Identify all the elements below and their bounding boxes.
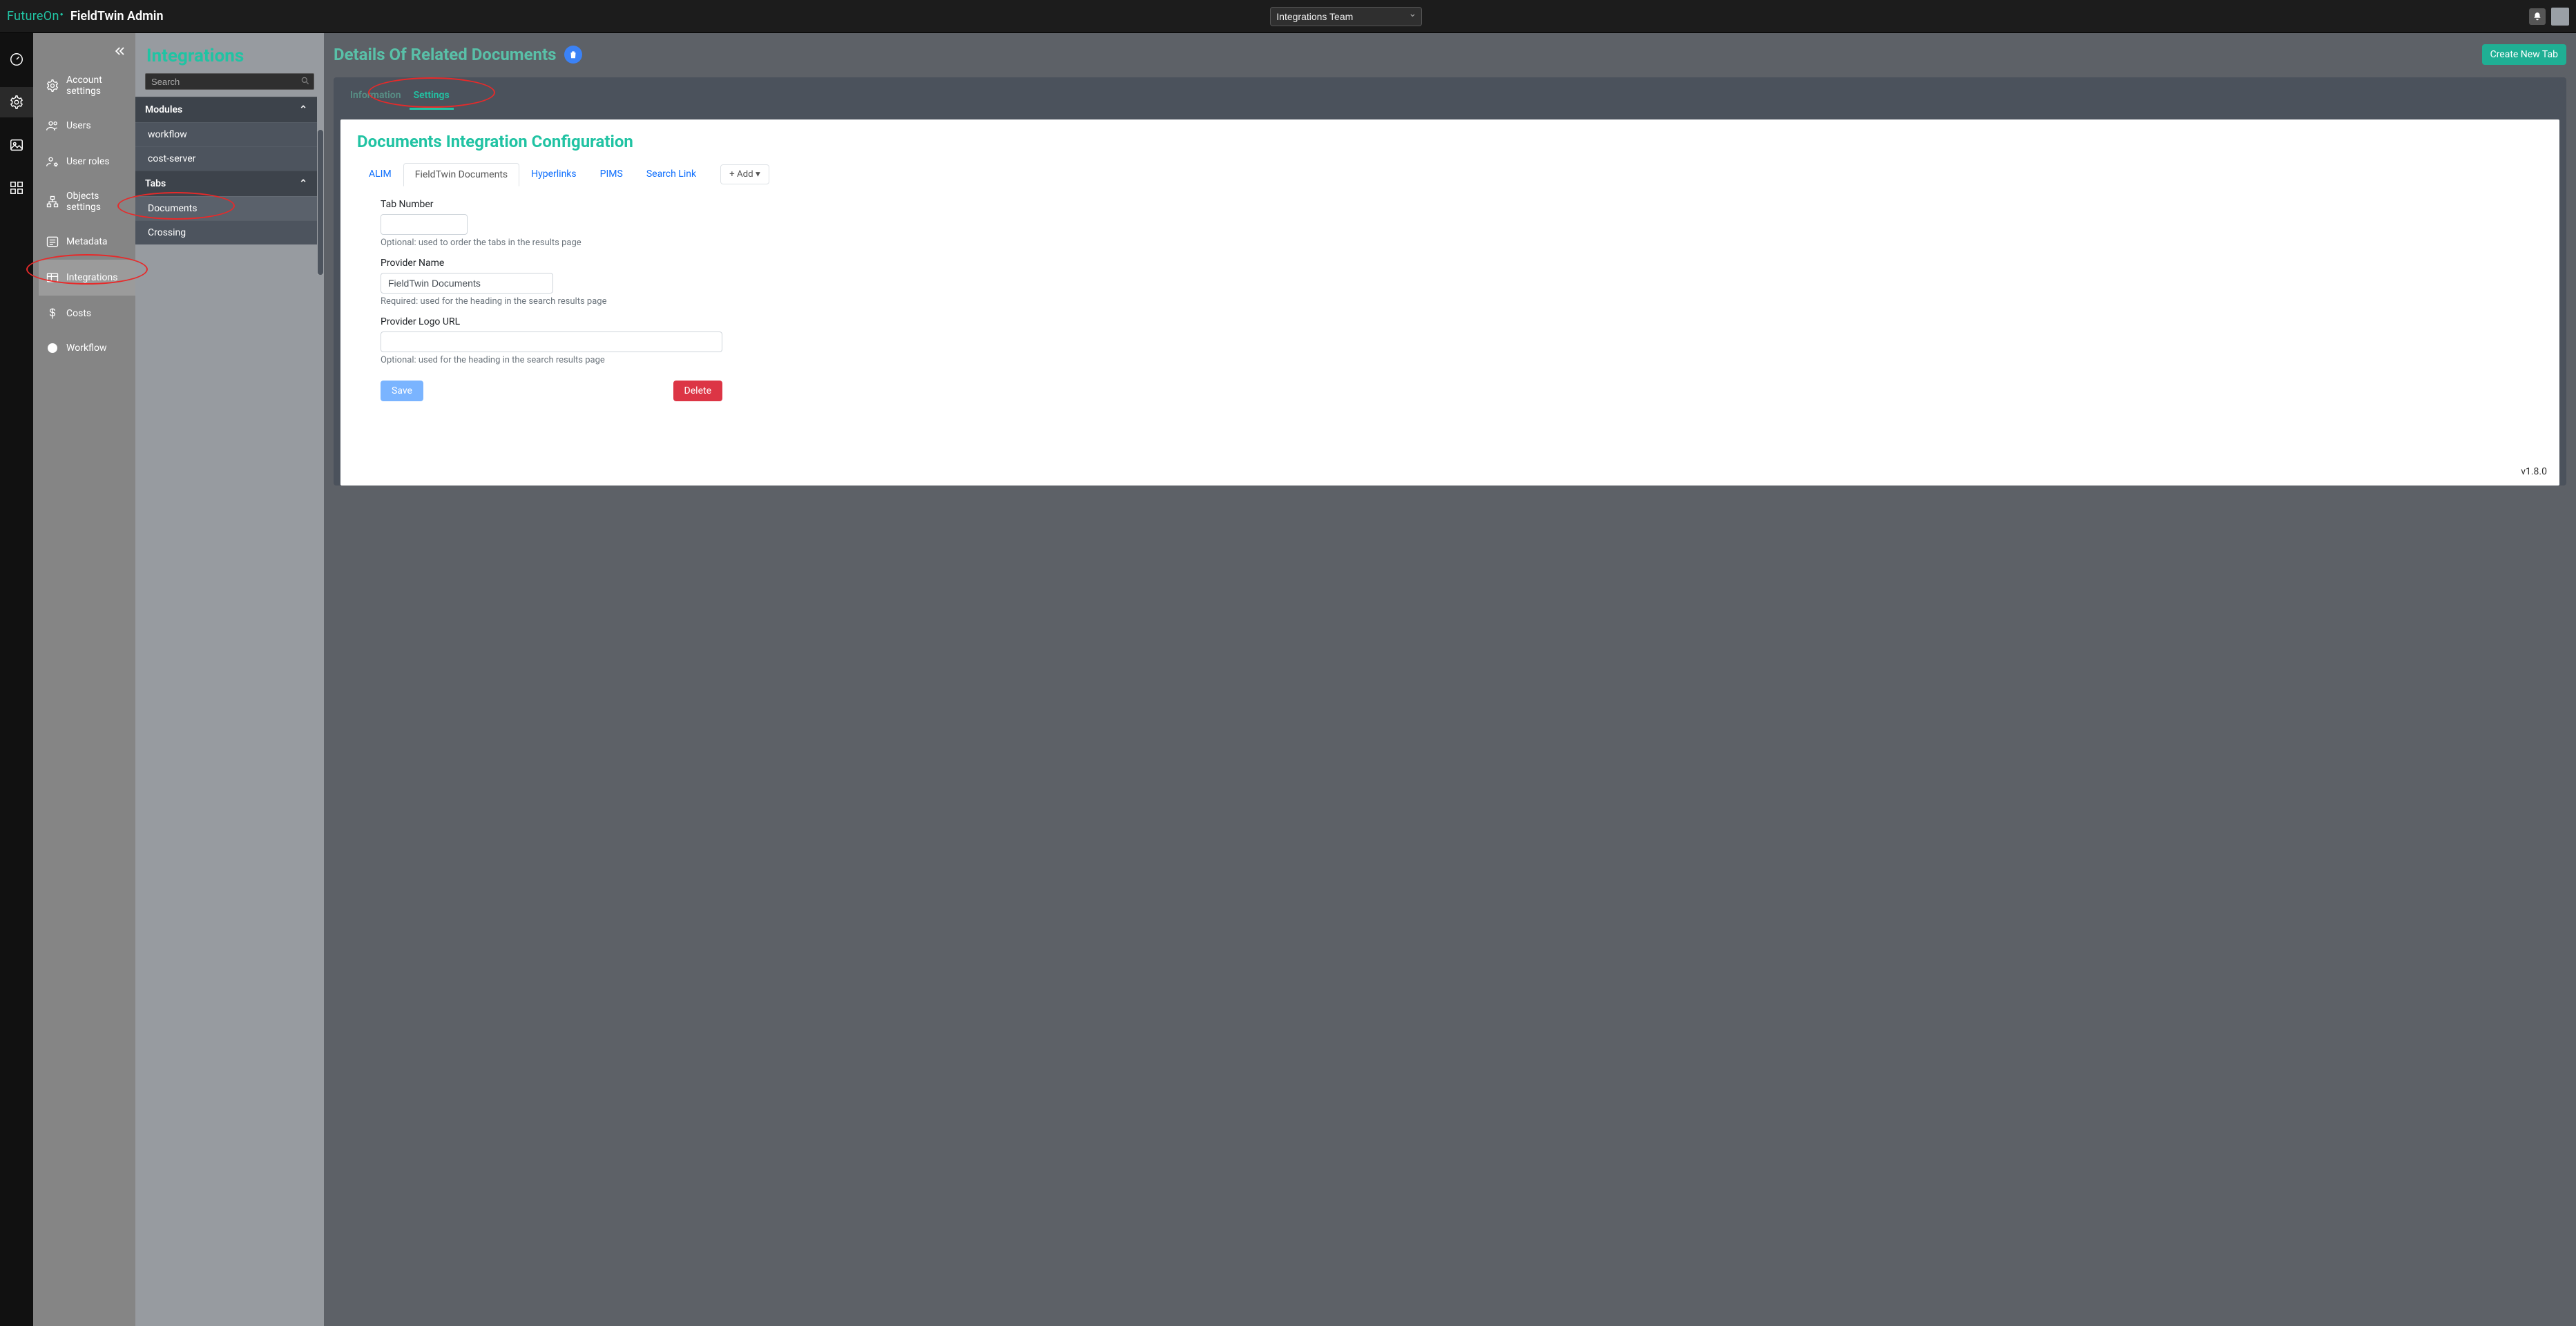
sidebar-item-account-settings[interactable]: Account settings <box>39 64 135 108</box>
app-header: FutureOn● FieldTwin Admin Integrations T… <box>0 0 2576 33</box>
tree-leaf-label: workflow <box>148 129 187 140</box>
tab-number-input[interactable] <box>381 214 468 235</box>
chevron-up-icon: ⌃ <box>299 104 307 115</box>
sidebar-item-label: Objects settings <box>66 191 128 213</box>
settings-panel: Documents Integration Configuration ALIM… <box>340 119 2559 486</box>
gear-icon <box>46 79 59 93</box>
tree-leaf-documents[interactable]: Documents <box>135 196 317 220</box>
config-title: Documents Integration Configuration <box>357 132 2543 151</box>
sidebar-item-costs[interactable]: Costs <box>39 296 135 332</box>
sidebar-item-users[interactable]: Users <box>39 108 135 144</box>
cfg-add-label: + Add <box>729 169 756 180</box>
main-content: Details Of Related Documents Create New … <box>324 33 2576 1326</box>
sidebar-item-user-roles[interactable]: User roles <box>39 144 135 180</box>
sidebar-item-integrations[interactable]: Integrations <box>39 260 135 296</box>
rail-item-settings[interactable] <box>0 87 33 117</box>
provider-logo-label: Provider Logo URL <box>381 316 740 327</box>
config-tabs: ALIM FieldTwin Documents Hyperlinks PIMS… <box>357 162 2543 186</box>
page-heading: Integrations <box>135 33 324 70</box>
trash-icon <box>568 49 578 60</box>
notifications-button[interactable] <box>2529 8 2546 25</box>
brand-logo: FutureOn● <box>7 9 64 23</box>
sidebar-item-workflow[interactable]: Workflow <box>39 332 135 365</box>
image-icon <box>9 137 24 153</box>
delete-button[interactable]: Delete <box>673 381 722 401</box>
provider-name-help: Required: used for the heading in the se… <box>381 296 740 307</box>
sidebar-item-label: Users <box>66 120 91 131</box>
circle-icon <box>48 343 57 353</box>
version-label: v1.8.0 <box>2521 466 2547 477</box>
tree-leaf-label: Documents <box>148 203 197 214</box>
tree-leaf-workflow[interactable]: workflow <box>135 122 317 146</box>
gear-icon <box>9 95 24 110</box>
table-icon <box>46 271 59 285</box>
cfg-tab-pims[interactable]: PIMS <box>588 162 635 186</box>
create-new-tab-button[interactable]: Create New Tab <box>2482 44 2566 65</box>
search-icon <box>300 76 310 88</box>
tree-group-tabs[interactable]: Tabs ⌃ <box>135 171 317 196</box>
dollar-icon <box>46 307 59 320</box>
provider-logo-help: Optional: used for the heading in the se… <box>381 355 740 365</box>
tree-scrollbar[interactable] <box>317 130 324 275</box>
rail-item-dashboard[interactable] <box>0 44 33 75</box>
rail-item-grid[interactable] <box>0 173 33 203</box>
chevron-up-icon: ⌃ <box>299 178 307 189</box>
user-avatar[interactable] <box>2551 8 2569 26</box>
cfg-add-button[interactable]: + Add ▾ <box>720 164 769 184</box>
cfg-tab-fieldtwin-documents[interactable]: FieldTwin Documents <box>403 163 519 186</box>
tree-leaf-cost-server[interactable]: cost-server <box>135 146 317 171</box>
sidebar-item-label: Costs <box>66 308 91 319</box>
provider-name-input[interactable] <box>381 273 553 294</box>
sidebar-item-metadata[interactable]: Metadata <box>39 224 135 260</box>
sitemap-icon <box>46 195 59 209</box>
tree-group-label: Modules <box>145 104 182 115</box>
sidebar-item-label: Workflow <box>66 343 107 354</box>
team-select[interactable]: Integrations Team <box>1270 7 1422 26</box>
list-icon <box>46 235 59 249</box>
cfg-tab-alim[interactable]: ALIM <box>357 162 403 186</box>
rail-item-media[interactable] <box>0 130 33 160</box>
config-form: Tab Number Optional: used to order the t… <box>381 199 740 401</box>
tab-number-label: Tab Number <box>381 199 740 210</box>
details-card: Information Settings Documents Integrati… <box>334 77 2566 486</box>
provider-logo-input[interactable] <box>381 332 722 352</box>
app-title: FieldTwin Admin <box>70 9 164 23</box>
delete-tab-button[interactable] <box>564 46 582 64</box>
brand-text: FutureOn <box>7 9 59 23</box>
sidebar-item-label: Account settings <box>66 75 128 97</box>
sidebar-item-label: Integrations <box>66 272 117 283</box>
provider-name-label: Provider Name <box>381 258 740 269</box>
sidebar-item-label: Metadata <box>66 236 108 247</box>
tab-settings[interactable]: Settings <box>410 84 454 110</box>
chevron-double-left-icon <box>113 44 127 58</box>
gauge-icon <box>9 52 24 67</box>
sidebar: Account settings Users User roles Object… <box>33 33 135 1326</box>
user-gear-icon <box>46 155 59 169</box>
tab-number-help: Optional: used to order the tabs in the … <box>381 238 740 248</box>
bell-icon <box>2532 12 2542 21</box>
sidebar-item-label: User roles <box>66 156 110 167</box>
cfg-tab-hyperlinks[interactable]: Hyperlinks <box>519 162 588 186</box>
nav-rail <box>0 33 33 1326</box>
tree-leaf-crossing[interactable]: Crossing <box>135 220 317 244</box>
sidebar-item-objects-settings[interactable]: Objects settings <box>39 180 135 224</box>
cfg-tab-search-link[interactable]: Search Link <box>635 162 708 186</box>
tree-leaf-label: cost-server <box>148 153 195 164</box>
details-title: Details Of Related Documents <box>334 45 556 64</box>
tree-group-modules[interactable]: Modules ⌃ <box>135 97 317 122</box>
tree-leaf-label: Crossing <box>148 227 186 238</box>
users-icon <box>46 119 59 133</box>
tree-panel: Integrations Modules ⌃ workflow cost-ser… <box>135 33 324 1326</box>
tab-information[interactable]: Information <box>346 84 405 110</box>
tree-group-label: Tabs <box>145 178 166 189</box>
grid-icon <box>9 180 24 195</box>
save-button[interactable]: Save <box>381 381 423 401</box>
search-input[interactable] <box>145 73 314 90</box>
sidebar-collapse-button[interactable] <box>39 40 135 64</box>
